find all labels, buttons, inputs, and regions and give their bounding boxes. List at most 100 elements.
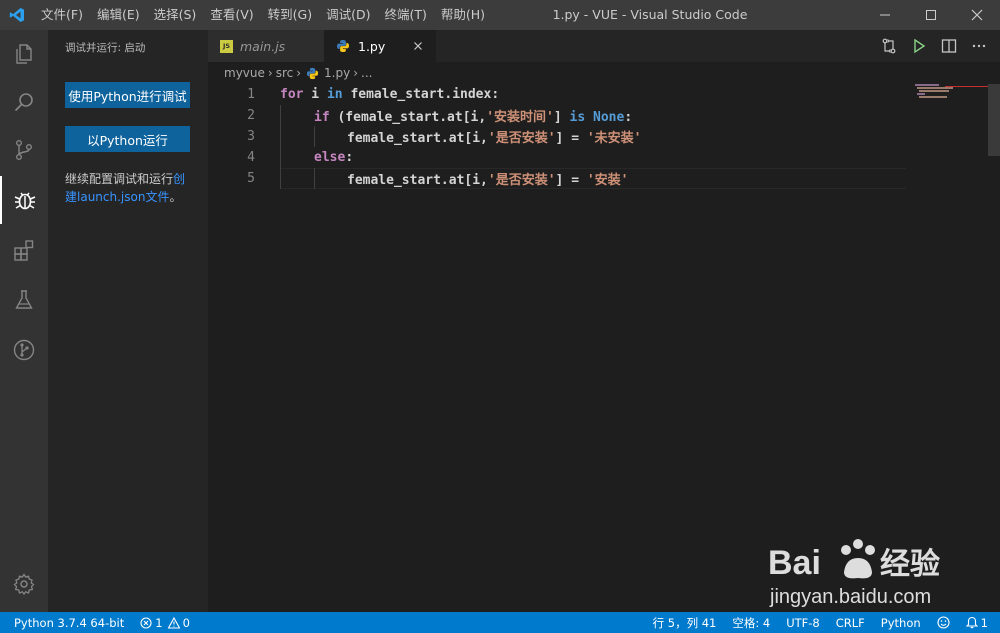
language-mode[interactable]: Python (881, 616, 921, 630)
code-token: '安装' (586, 173, 629, 188)
breadcrumb-item[interactable]: src (276, 66, 294, 80)
run-icon[interactable] (910, 37, 928, 55)
debug-with-python-button[interactable]: 使用Python进行调试 (65, 82, 190, 108)
error-icon (140, 616, 152, 629)
watermark-text: jingyan.baidu.com (770, 586, 932, 608)
bell-icon (965, 616, 978, 629)
maximize-button[interactable] (908, 0, 954, 30)
code-token: in (326, 87, 343, 102)
svg-text:Bai: Bai (768, 544, 821, 582)
python-icon (306, 67, 319, 79)
warning-icon (167, 616, 180, 629)
breadcrumb: myvue › src › 1.py › ... (208, 62, 1000, 84)
error-count: 1 (155, 615, 163, 630)
svg-text:经验: 经验 (880, 547, 940, 581)
editor-tab-bar: JS main.js 1.py (208, 30, 1000, 62)
code-line: 4 else: (208, 147, 908, 168)
code-token: None (593, 110, 625, 125)
error-marker (945, 86, 988, 87)
notification-count: 1 (980, 615, 988, 630)
feedback-icon[interactable] (937, 616, 950, 629)
editor-actions (880, 30, 988, 62)
python-interpreter[interactable]: Python 3.7.4 64-bit (14, 616, 124, 630)
minimap-line (917, 93, 925, 95)
close-tab-icon[interactable] (410, 38, 426, 54)
file-encoding[interactable]: UTF-8 (786, 616, 820, 630)
chevron-right-icon: › (353, 66, 359, 80)
tab-main-js[interactable]: JS main.js (208, 30, 324, 62)
line-number: 5 (247, 171, 255, 186)
close-icon (971, 9, 983, 21)
cursor-position[interactable]: 行 5，列 41 (653, 615, 717, 631)
title-bar: 文件(F) 编辑(E) 选择(S) 查看(V) 转到(G) 调试(D) 终端(T… (0, 0, 1000, 30)
configure-text: 继续配置调试和运行 (65, 172, 174, 186)
code-token: i (303, 87, 327, 102)
minimap-line (919, 96, 947, 98)
chevron-right-icon: › (296, 66, 302, 80)
line-number: 2 (247, 108, 255, 123)
close-window-button[interactable] (954, 0, 1000, 30)
problems-indicator[interactable]: 1 0 (140, 616, 190, 630)
tab-1-py[interactable]: 1.py (324, 30, 436, 62)
code-token: for (280, 87, 304, 102)
code-token: '是否安装' (487, 173, 556, 188)
breadcrumb-item[interactable]: ... (361, 66, 372, 80)
code-line: 1 for i in female_start.index: (208, 84, 908, 105)
code-token: ] = (555, 131, 587, 146)
breadcrumb-item[interactable]: 1.py (324, 66, 350, 80)
compare-changes-icon[interactable] (880, 37, 898, 55)
status-bar: Python 3.7.4 64-bit 1 0 行 5，列 41 空格: 4 U… (0, 612, 1000, 633)
code-token: (female_start.at[i, (329, 110, 487, 125)
minimap-line (915, 84, 939, 86)
line-number: 4 (247, 150, 255, 165)
menu-file[interactable]: 文件(F) (34, 0, 90, 30)
python-icon (337, 40, 349, 52)
run-python-button[interactable]: 以Python运行 (65, 126, 190, 152)
menu-debug[interactable]: 调试(D) (319, 0, 377, 30)
code-line: 2 if (female_start.at[i,'安装时间'] is None: (208, 105, 908, 126)
minimize-button[interactable] (862, 0, 908, 30)
menu-go[interactable]: 转到(G) (261, 0, 319, 30)
minimap-line (917, 87, 953, 89)
menu-selection[interactable]: 选择(S) (147, 0, 204, 30)
code-text: if (female_start.at[i,'安装时间'] is None: (314, 106, 632, 125)
git-graph-icon[interactable] (0, 326, 48, 374)
code-token: '未安装' (586, 131, 642, 146)
sidebar-title: 调试并运行: 启动 (65, 42, 146, 54)
maximize-icon (926, 10, 936, 20)
code-token: : (624, 110, 633, 125)
source-control-icon[interactable] (0, 126, 48, 174)
code-text: female_start.at[i,'是否安装'] = '未安装' (347, 127, 642, 146)
code-token: : (345, 150, 354, 165)
menu-edit[interactable]: 编辑(E) (90, 0, 147, 30)
indentation[interactable]: 空格: 4 (732, 615, 770, 631)
code-token: '安装时间' (486, 110, 554, 125)
menu-view[interactable]: 查看(V) (203, 0, 260, 30)
code-line: 5 female_start.at[i,'是否安装'] = '安装' (208, 168, 908, 189)
code-line: 3 female_start.at[i,'是否安装'] = '未安装' (208, 126, 908, 147)
code-token: ] (553, 110, 570, 125)
search-icon[interactable] (0, 78, 48, 126)
configure-launch-text: 继续配置调试和运行创建launch.json文件。 (65, 170, 195, 206)
debug-icon[interactable] (0, 176, 48, 224)
code-text: else: (314, 150, 353, 165)
code-text: female_start.at[i,'是否安装'] = '安装' (347, 169, 629, 188)
line-ending[interactable]: CRLF (836, 616, 865, 630)
split-editor-icon[interactable] (940, 37, 958, 55)
more-actions-icon[interactable] (970, 37, 988, 55)
breadcrumb-item[interactable]: myvue (224, 66, 265, 80)
notifications-indicator[interactable]: 1 (965, 615, 988, 630)
vertical-scrollbar[interactable] (988, 84, 1000, 156)
explorer-icon[interactable] (0, 30, 48, 78)
menu-help[interactable]: 帮助(H) (434, 0, 492, 30)
extensions-icon[interactable] (0, 226, 48, 274)
menu-terminal[interactable]: 终端(T) (377, 0, 433, 30)
gear-icon[interactable] (0, 560, 48, 608)
status-left: Python 3.7.4 64-bit 1 0 (14, 612, 190, 633)
code-token: if (314, 110, 330, 125)
code-token: ] = (555, 173, 587, 188)
code-token: female_start.at[i, (347, 173, 488, 188)
configure-text-end: 。 (169, 190, 182, 204)
test-flask-icon[interactable] (0, 276, 48, 324)
